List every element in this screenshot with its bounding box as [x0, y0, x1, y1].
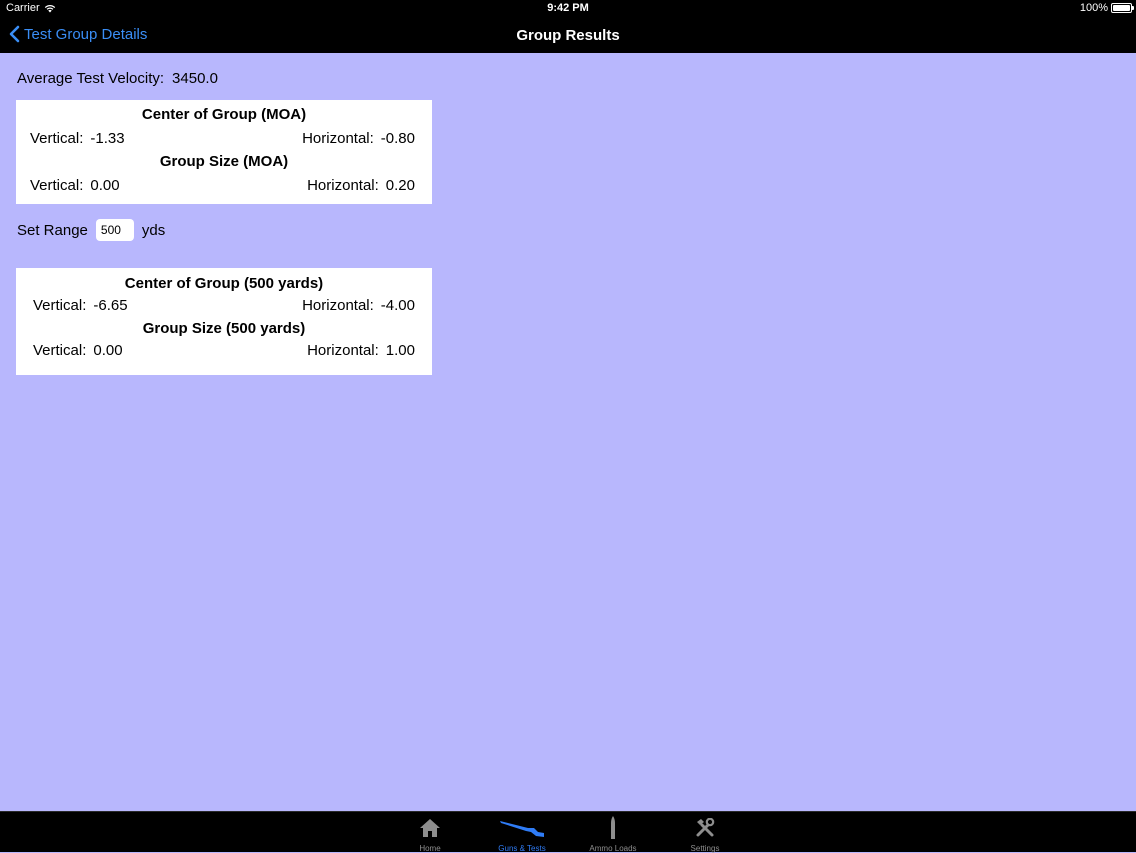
page-title: Group Results	[516, 27, 620, 44]
vertical-label: Vertical:	[33, 342, 87, 359]
average-velocity-value: 3450.0	[172, 70, 218, 87]
vertical-label: Vertical:	[30, 177, 84, 194]
battery-percent: 100%	[1079, 2, 1108, 14]
vertical-value: 0.00	[93, 342, 123, 359]
moa-center-vertical: Vertical: -1.33	[30, 130, 125, 147]
range-input[interactable]	[95, 219, 134, 241]
status-bar: Carrier 9:42 PM 100%	[0, 0, 1136, 18]
average-velocity-label: Average Test Velocity:	[17, 70, 165, 87]
set-range-row: Set Range yds	[17, 218, 165, 242]
tab-ammo-loads[interactable]: Ammo Loads	[568, 814, 658, 853]
tab-bar: Home Guns & Tests Ammo Loads Settings	[0, 811, 1136, 853]
home-icon	[385, 816, 475, 840]
tab-guns-tests[interactable]: Guns & Tests	[477, 814, 567, 853]
center-of-group-moa-heading: Center of Group (MOA)	[141, 106, 307, 123]
average-velocity-row: Average Test Velocity: 3450.0	[17, 70, 218, 87]
battery-icon	[1111, 3, 1134, 13]
set-range-label: Set Range	[17, 221, 88, 239]
horizontal-value: -4.00	[380, 297, 415, 314]
rifle-icon	[477, 816, 567, 840]
yards-size-horizontal: Horizontal: 1.00	[307, 342, 415, 359]
moa-center-horizontal: Horizontal: -0.80	[302, 130, 415, 147]
vertical-label: Vertical:	[33, 297, 87, 314]
moa-size-horizontal: Horizontal: 0.20	[307, 177, 415, 194]
vertical-label: Vertical:	[30, 130, 84, 147]
vertical-value: -6.65	[93, 297, 128, 314]
horizontal-value: 0.20	[385, 177, 415, 194]
navigation-bar: Test Group Details Group Results	[0, 18, 1136, 53]
vertical-value: -1.33	[90, 130, 125, 147]
horizontal-label: Horizontal:	[307, 342, 379, 359]
group-size-yards-heading: Group Size (500 yards)	[142, 320, 306, 337]
tab-settings[interactable]: Settings	[660, 814, 750, 853]
tools-icon	[660, 816, 750, 840]
moa-size-vertical: Vertical: 0.00	[30, 177, 120, 194]
moa-results-card: Center of Group (MOA) Vertical: -1.33 Hor…	[16, 100, 432, 204]
horizontal-label: Horizontal:	[302, 297, 374, 314]
yards-center-vertical: Vertical: -6.65	[33, 297, 128, 314]
tab-home[interactable]: Home	[385, 814, 475, 853]
battery-indicator: 100%	[1079, 2, 1134, 14]
group-size-moa-heading: Group Size (MOA)	[159, 153, 289, 170]
horizontal-value: -0.80	[380, 130, 415, 147]
yards-center-horizontal: Horizontal: -4.00	[302, 297, 415, 314]
horizontal-label: Horizontal:	[302, 130, 374, 147]
horizontal-label: Horizontal:	[307, 177, 379, 194]
range-unit-label: yds	[141, 221, 166, 239]
yards-results-card: Center of Group (500 yards) Vertical: -6.…	[16, 268, 432, 375]
horizontal-value: 1.00	[385, 342, 415, 359]
bullet-icon	[568, 816, 658, 840]
center-of-group-yards-heading: Center of Group (500 yards)	[124, 275, 324, 292]
clock: 9:42 PM	[547, 2, 589, 14]
yards-size-vertical: Vertical: 0.00	[33, 342, 123, 359]
vertical-value: 0.00	[90, 177, 120, 194]
